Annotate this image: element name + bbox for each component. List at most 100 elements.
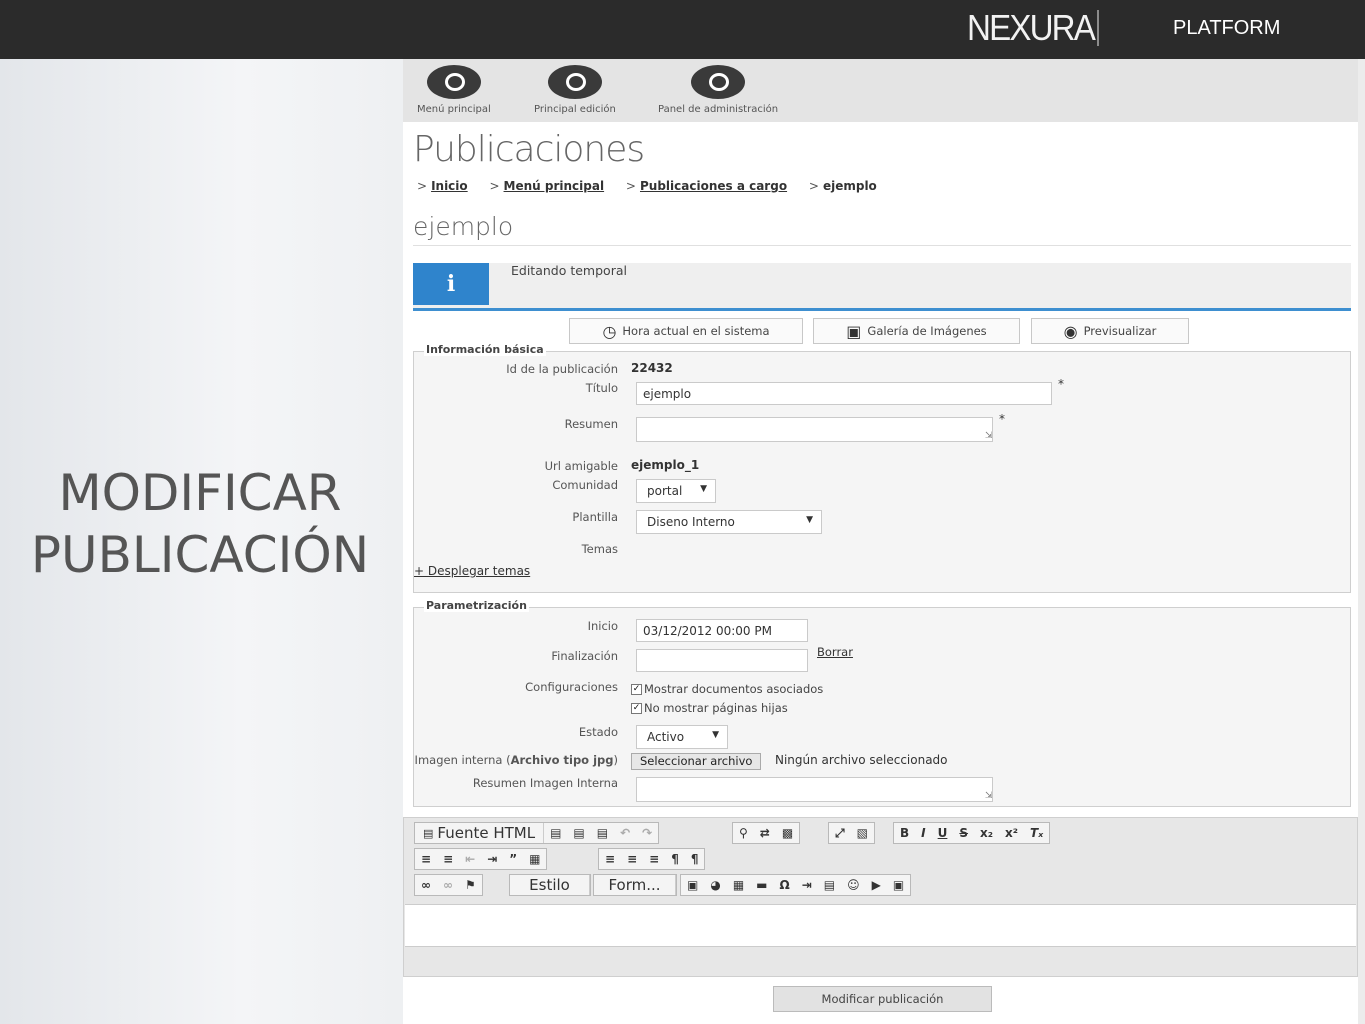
remove-format-icon[interactable]: Tₓ	[1024, 823, 1049, 843]
underline-icon[interactable]: U	[932, 823, 954, 843]
subtitle-divider	[413, 245, 1351, 246]
mostrar-documentos-checkbox[interactable]: ✓ Mostrar documentos asociados	[631, 682, 823, 696]
editor-toolgroup-find: ⚲ ⇄ ▩	[732, 822, 801, 844]
align-left-icon[interactable]: ≡	[599, 849, 621, 869]
slide-title: MODIFICAR PUBLICACIÓN	[0, 462, 400, 586]
hora-actual-label: Hora actual en el sistema	[622, 324, 770, 338]
bold-icon[interactable]: B	[894, 823, 915, 843]
subscript-icon[interactable]: x₂	[974, 823, 999, 843]
modificar-publicacion-button[interactable]: Modificar publicación	[773, 986, 992, 1012]
previsualizar-button[interactable]: ◉ Previsualizar	[1031, 318, 1189, 344]
menu-principal-label: Menú principal	[417, 104, 491, 115]
hora-actual-button[interactable]: ◷ Hora actual en el sistema	[569, 318, 803, 344]
finalizacion-date-input[interactable]	[636, 649, 808, 672]
menu-principal-button[interactable]: Menú principal	[417, 65, 491, 115]
flash-icon[interactable]: ◕	[704, 875, 726, 895]
maximize-icon[interactable]: ⤢	[829, 823, 851, 843]
strike-icon[interactable]: S	[953, 823, 974, 843]
info-message: Editando temporal	[511, 263, 627, 278]
camera-icon: ▣	[846, 321, 862, 341]
editor-toolgroup-source: ▤ Fuente HTML ▤ ▤ ▤ ↶ ↷	[414, 822, 660, 844]
circle-icon	[547, 65, 602, 99]
paste-text-icon[interactable]: ▤	[567, 823, 590, 843]
desplegar-temas-link[interactable]: + Desplegar temas	[414, 564, 530, 578]
special-char-icon[interactable]: Ω	[774, 875, 796, 895]
galeria-imagenes-label: Galería de Imágenes	[867, 324, 987, 338]
params-legend: Parametrización	[424, 599, 529, 612]
iframe-icon[interactable]: ▤	[818, 875, 841, 895]
galeria-imagenes-button[interactable]: ▣ Galería de Imágenes	[813, 318, 1020, 344]
div-container-icon[interactable]: ▦	[523, 849, 546, 869]
resumen-imagen-textarea[interactable]	[636, 777, 993, 802]
seleccionar-archivo-button[interactable]: Seleccionar archivo	[631, 753, 762, 770]
id-label: Id de la publicación	[506, 362, 618, 376]
paste-icon[interactable]: ▤	[544, 823, 567, 843]
dropdown-caret-icon: ▼	[712, 730, 719, 740]
replace-icon[interactable]: ⇄	[754, 823, 776, 843]
indent-icon[interactable]: ⇥	[481, 849, 503, 869]
insert-media-icon[interactable]: ▣	[887, 875, 910, 895]
comunidad-select[interactable]: portal ▼	[636, 479, 716, 503]
find-icon[interactable]: ⚲	[733, 823, 754, 843]
superscript-icon[interactable]: x²	[999, 823, 1024, 843]
show-blocks-icon[interactable]: ▧	[851, 823, 874, 843]
undo-icon[interactable]: ↶	[614, 823, 636, 843]
select-all-icon[interactable]: ▩	[776, 823, 799, 843]
smiley-icon[interactable]: ☺	[841, 875, 866, 895]
blockquote-icon[interactable]: ”	[503, 849, 523, 869]
ltr-icon[interactable]: ¶	[665, 849, 685, 869]
horizontal-rule-icon[interactable]: ▬	[750, 875, 773, 895]
bulleted-list-icon[interactable]: ≡	[437, 849, 459, 869]
plantilla-select[interactable]: Diseno Interno ▼	[636, 510, 822, 534]
source-icon: ▤	[423, 826, 434, 840]
breadcrumb-menu-principal[interactable]: Menú principal	[504, 179, 605, 193]
editor-toolgroup-view: ⤢ ▧	[828, 822, 875, 844]
slide-title-line2: PUBLICACIÓN	[30, 526, 370, 584]
inicio-date-input[interactable]	[636, 619, 808, 642]
breadcrumb-inicio[interactable]: Inicio	[431, 179, 468, 193]
url-amigable-value: ejemplo_1	[631, 458, 700, 472]
align-center-icon[interactable]: ≡	[621, 849, 643, 869]
paste-word-icon[interactable]: ▤	[591, 823, 614, 843]
youtube-icon[interactable]: ▶	[866, 875, 887, 895]
dropdown-caret-icon: ▼	[700, 484, 707, 494]
editor-format-dropdown[interactable]: Form...	[593, 874, 677, 896]
resumen-textarea[interactable]	[636, 417, 993, 442]
redo-icon[interactable]: ↷	[636, 823, 658, 843]
logo-separator	[1097, 10, 1099, 46]
outdent-icon[interactable]: ⇤	[459, 849, 481, 869]
table-icon[interactable]: ▦	[727, 875, 750, 895]
unlink-icon[interactable]: ∞	[437, 875, 459, 895]
italic-icon[interactable]: I	[915, 823, 931, 843]
image-icon[interactable]: ▣	[681, 875, 704, 895]
titulo-input[interactable]	[636, 382, 1052, 405]
fuente-html-button[interactable]: ▤ Fuente HTML	[415, 823, 545, 843]
checkbox-checked-icon: ✓	[631, 702, 642, 714]
top-bar: NEXURA PLATFORM	[0, 0, 1365, 59]
numbered-list-icon[interactable]: ≡	[415, 849, 437, 869]
borrar-link[interactable]: Borrar	[817, 645, 853, 659]
eye-icon: ◉	[1063, 321, 1078, 341]
link-icon[interactable]: ∞	[415, 875, 437, 895]
editor-style-dropdown[interactable]: Estilo	[509, 874, 591, 896]
editor-content-area[interactable]	[405, 904, 1356, 947]
panel-administracion-button[interactable]: Panel de administración	[658, 65, 778, 115]
estado-selected: Activo	[647, 730, 685, 744]
editor-toolgroup-lists: ≡ ≡ ⇤ ⇥ ” ▦	[414, 848, 548, 870]
inicio-label: Inicio	[587, 619, 618, 633]
format-combo-label: Form...	[594, 875, 676, 895]
breadcrumb-publicaciones[interactable]: Publicaciones a cargo	[640, 179, 787, 193]
editor-toolgroup-align: ≡ ≡ ≡ ¶ ¶	[598, 848, 706, 870]
page-break-icon[interactable]: ⇥	[796, 875, 818, 895]
align-right-icon[interactable]: ≡	[643, 849, 665, 869]
rtl-icon[interactable]: ¶	[685, 849, 705, 869]
anchor-flag-icon[interactable]: ⚑	[459, 875, 482, 895]
editor-toolgroup-basic: B I U S x₂ x² Tₓ	[893, 822, 1051, 844]
estado-select[interactable]: Activo ▼	[636, 725, 728, 749]
platform-label: PLATFORM	[1173, 17, 1281, 39]
no-mostrar-hijas-checkbox[interactable]: ✓ No mostrar páginas hijas	[631, 701, 788, 715]
configuraciones-label: Configuraciones	[525, 680, 618, 694]
url-amigable-label: Url amigable	[544, 459, 618, 473]
screenshot-scroll-edge	[1358, 59, 1365, 1024]
principal-edicion-button[interactable]: Principal edición	[534, 65, 616, 115]
